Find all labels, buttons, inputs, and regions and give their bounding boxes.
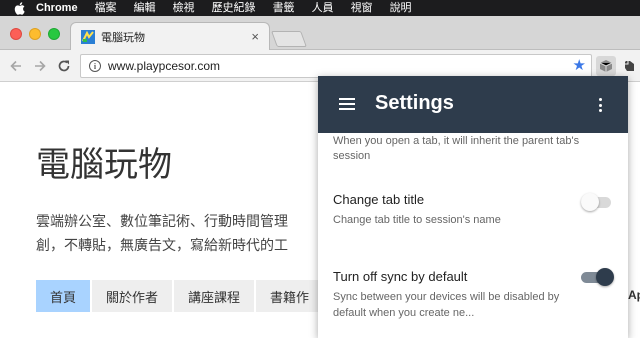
site-description-line: 雲端辦公室、數位筆記術、行動時間管理: [36, 214, 288, 230]
menu-edit[interactable]: 編輯: [134, 0, 156, 16]
session-box-icon[interactable]: [596, 56, 616, 76]
tab-title: 電腦玩物: [101, 31, 145, 44]
browser-tab[interactable]: 電腦玩物 ×: [70, 22, 270, 51]
url-text: www.playpcesor.com: [108, 59, 221, 73]
option-title: Change tab title: [333, 192, 425, 207]
close-icon[interactable]: ×: [251, 29, 259, 44]
address-bar[interactable]: i www.playpcesor.com ★: [80, 54, 592, 78]
forward-arrow-icon[interactable]: [30, 56, 50, 76]
settings-title: Settings: [375, 92, 454, 114]
tab-favicon: [81, 30, 95, 44]
menu-window[interactable]: 視窗: [351, 0, 373, 16]
menu-bookmarks[interactable]: 書籤: [273, 0, 295, 16]
site-description-line: 創，不轉貼，無廣告文，寫給新時代的工: [36, 238, 288, 254]
window-zoom-button[interactable]: [48, 28, 60, 40]
star-icon[interactable]: ★: [573, 58, 586, 74]
site-nav-about[interactable]: 關於作者: [92, 280, 173, 312]
option-title: Turn off sync by default: [333, 269, 468, 284]
turn-off-sync-toggle[interactable]: [581, 267, 614, 287]
apple-icon[interactable]: [12, 1, 26, 15]
site-nav-home[interactable]: 首頁: [36, 280, 91, 312]
menu-help[interactable]: 說明: [390, 0, 412, 16]
window-close-button[interactable]: [10, 28, 22, 40]
menu-people[interactable]: 人員: [312, 0, 334, 16]
site-title: 電腦玩物: [36, 145, 172, 185]
change-tab-title-toggle[interactable]: [581, 192, 613, 212]
more-vert-icon[interactable]: [599, 98, 603, 115]
site-nav-clipped-label[interactable]: Ap: [628, 288, 640, 302]
evernote-icon[interactable]: [620, 56, 640, 76]
new-tab-button[interactable]: [271, 31, 307, 47]
site-nav-courses[interactable]: 講座課程: [174, 280, 255, 312]
settings-popup: Settings When you open a tab, it will in…: [318, 76, 628, 338]
mac-menubar: Chrome 檔案 編輯 檢視 歷史紀錄 書籤 人員 視窗 說明: [0, 0, 640, 16]
menu-view[interactable]: 檢視: [173, 0, 195, 16]
settings-header: Settings: [318, 76, 628, 133]
option-description: When you open a tab, it will inherit the…: [333, 135, 580, 162]
tab-strip: 電腦玩物 ×: [0, 16, 640, 51]
reload-icon[interactable]: [54, 56, 74, 76]
info-icon[interactable]: i: [89, 60, 101, 72]
menu-file[interactable]: 檔案: [95, 0, 117, 16]
menu-app-name[interactable]: Chrome: [36, 0, 78, 16]
option-description: Change tab title to session's name: [333, 214, 501, 226]
menu-history[interactable]: 歷史紀錄: [212, 0, 256, 16]
site-description: 雲端辦公室、數位筆記術、行動時間管理 創，不轉貼，無廣告文，寫給新時代的工: [36, 210, 326, 258]
window-minimize-button[interactable]: [29, 28, 41, 40]
hamburger-icon[interactable]: [339, 98, 355, 110]
site-nav-books[interactable]: 書籍作: [256, 280, 324, 312]
option-description: Sync between your devices will be disabl…: [333, 291, 560, 319]
site-nav: 首頁 關於作者 講座課程 書籍作: [36, 280, 325, 312]
back-arrow-icon[interactable]: [6, 56, 26, 76]
